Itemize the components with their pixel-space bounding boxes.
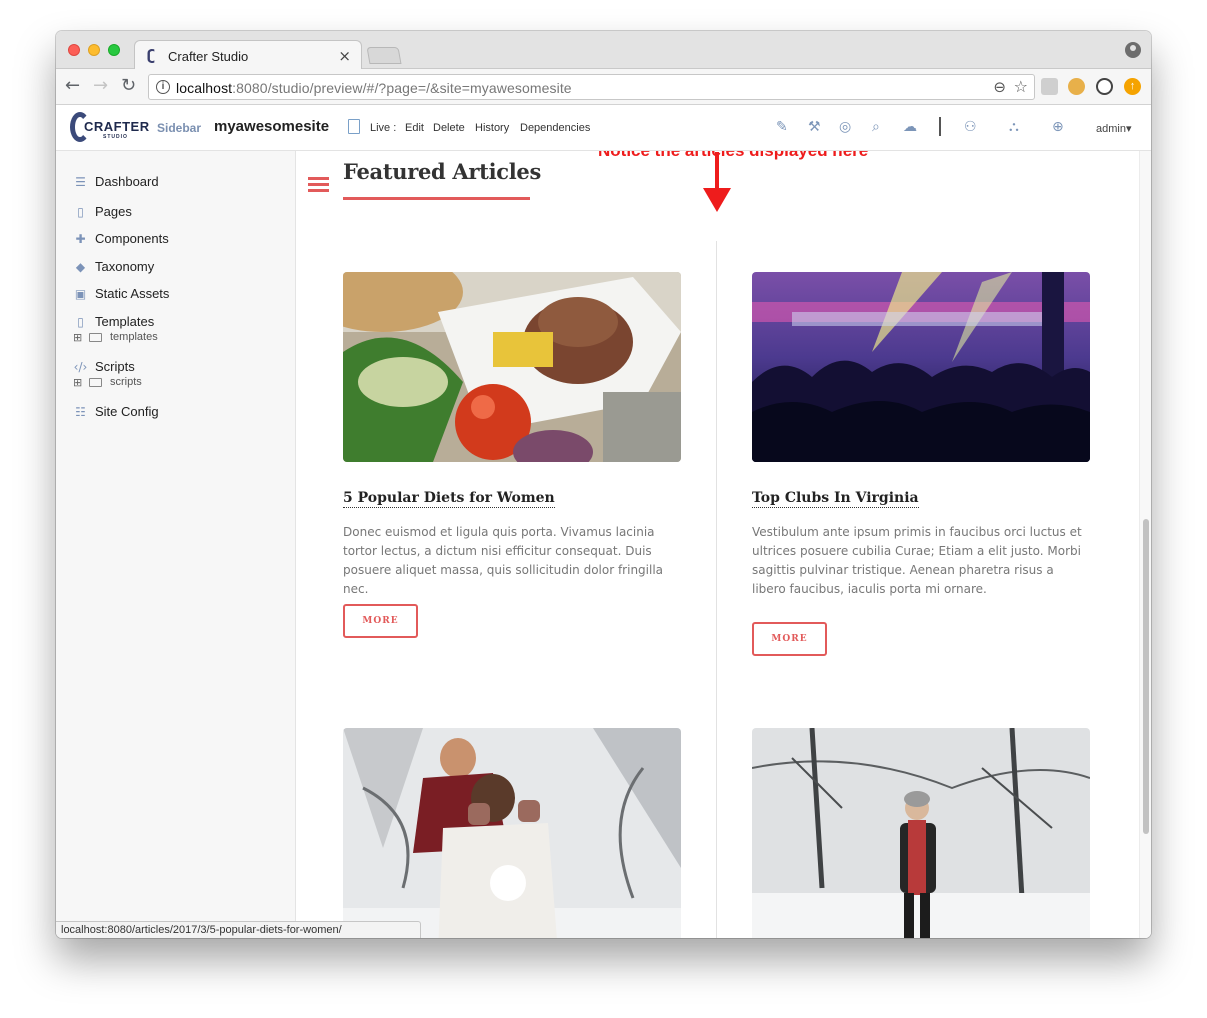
- sidebar-item-label: Site Config: [95, 404, 159, 419]
- sitemap-icon[interactable]: ⛬: [1009, 119, 1019, 135]
- folder-icon: [89, 333, 102, 342]
- reload-icon[interactable]: ↻: [121, 75, 136, 97]
- annotation-arrow-head: [703, 188, 731, 212]
- wrench-icon[interactable]: ⚒: [808, 119, 821, 135]
- sidebar-item-label: Dashboard: [95, 174, 159, 189]
- cloud-upload-icon[interactable]: ☁: [903, 119, 917, 135]
- article-image-woman-snow[interactable]: [752, 728, 1090, 938]
- annotation-arrow-icon: [715, 152, 719, 190]
- tab-crafter-studio[interactable]: ʗ Crafter Studio ×: [134, 40, 362, 70]
- new-tab-button[interactable]: [366, 47, 402, 64]
- tab-bar: ʗ Crafter Studio ×: [56, 31, 1151, 70]
- sidebar-subitem-label: templates: [110, 331, 158, 343]
- studio-sidebar: ☰ Dashboard ▯ Pages ✚ Components ◆ Taxon…: [56, 151, 296, 938]
- article-title-link[interactable]: 5 Popular Diets for Women: [343, 490, 555, 508]
- tab-title: Crafter Studio: [168, 49, 249, 64]
- upload-extension-icon[interactable]: ↑: [1124, 78, 1141, 95]
- minimize-window-button[interactable]: [88, 44, 100, 56]
- components-icon: ✚: [75, 232, 86, 246]
- article-image-club[interactable]: [752, 272, 1090, 462]
- article-image-couple-snow[interactable]: [343, 728, 681, 938]
- title-underline: [343, 197, 530, 200]
- info-icon[interactable]: i: [156, 80, 170, 94]
- folder-icon: [89, 378, 102, 387]
- taxonomy-icon: ◆: [75, 260, 86, 274]
- vertical-scrollbar[interactable]: [1139, 151, 1151, 938]
- url-path: :8080/studio/preview/#/?page=/&site=myaw…: [232, 80, 572, 96]
- maximize-window-button[interactable]: [108, 44, 120, 56]
- sidebar-toggle-button[interactable]: Sidebar: [157, 121, 201, 135]
- static-assets-icon: ▣: [74, 287, 87, 301]
- pages-icon: ▯: [77, 205, 84, 219]
- tab-close-icon[interactable]: ×: [338, 47, 351, 65]
- edit-action[interactable]: Edit: [405, 122, 424, 134]
- profile-icon[interactable]: [1125, 42, 1141, 58]
- users-icon[interactable]: ⚇: [964, 119, 977, 135]
- crafter-favicon-icon: ʗ: [147, 48, 156, 64]
- annotation-text: Notice the articles displayed here: [598, 151, 868, 161]
- templates-icon: ▯: [77, 315, 84, 329]
- sidebar-item-label: Scripts: [95, 359, 135, 374]
- logo-subtext: STUDIO: [103, 134, 128, 140]
- sidebar-item-label: Components: [95, 231, 169, 246]
- site-config-icon: ☷: [75, 405, 86, 419]
- sidebar-item-label: Taxonomy: [95, 259, 155, 274]
- url-host: localhost: [176, 80, 233, 96]
- extension-1-icon[interactable]: [1041, 78, 1058, 95]
- back-arrow-icon[interactable]: ←: [65, 75, 80, 97]
- delete-action[interactable]: Delete: [433, 122, 465, 134]
- article-excerpt: Vestibulum ante ipsum primis in faucibus…: [752, 525, 1082, 596]
- column-divider: [716, 241, 717, 938]
- sync-extension-icon[interactable]: [1096, 78, 1113, 95]
- menu-hamburger-icon[interactable]: [308, 177, 329, 193]
- status-bar-url: localhost:8080/articles/2017/3/5-popular…: [56, 921, 421, 938]
- search-icon[interactable]: ⌕: [872, 119, 880, 135]
- expand-plus-icon[interactable]: ⊞: [73, 331, 82, 344]
- history-action[interactable]: History: [475, 122, 509, 134]
- url-input[interactable]: i localhost:8080/studio/preview/#/?page=…: [148, 74, 1035, 100]
- article-image-food[interactable]: [343, 272, 681, 462]
- address-bar: ← → ↻ i localhost:8080/studio/preview/#/…: [56, 69, 1151, 105]
- bookmark-star-icon[interactable]: ☆: [1014, 77, 1028, 96]
- scripts-icon: ‹/›: [73, 360, 88, 374]
- help-lifebuoy-icon[interactable]: ⊕: [1052, 119, 1064, 135]
- sidebar-item-label: Pages: [95, 204, 132, 219]
- site-name: myawesomesite: [214, 118, 330, 135]
- article-excerpt: Donec euismod et ligula quis porta. Viva…: [343, 525, 664, 596]
- close-window-button[interactable]: [68, 44, 80, 56]
- sidebar-item-label: Static Assets: [95, 286, 170, 301]
- logo-text: CRAFTER: [84, 119, 150, 134]
- crafter-logo[interactable]: CRAFTER STUDIO: [70, 110, 149, 146]
- dashboard-icon: ☰: [75, 175, 86, 189]
- live-status-label: Live :: [370, 122, 397, 134]
- toolbar-separator: [939, 117, 941, 136]
- pencil-icon[interactable]: ✎: [776, 119, 788, 135]
- more-button[interactable]: MORE: [343, 604, 418, 638]
- browser-window: ʗ Crafter Studio × ← → ↻ i localhost:808…: [56, 31, 1151, 938]
- cookie-extension-icon[interactable]: [1068, 78, 1085, 95]
- sidebar-subitem-label: scripts: [110, 376, 142, 388]
- document-icon: [348, 119, 360, 134]
- admin-menu[interactable]: admin▾: [1096, 122, 1131, 135]
- forward-arrow-icon[interactable]: →: [93, 75, 108, 97]
- featured-articles-title: Featured Articles: [343, 159, 541, 184]
- dependencies-action[interactable]: Dependencies: [520, 122, 590, 134]
- scrollbar-thumb[interactable]: [1143, 519, 1149, 834]
- studio-toolbar: CRAFTER STUDIO Sidebar myawesomesite Liv…: [56, 105, 1151, 151]
- sidebar-item-label: Templates: [95, 314, 155, 329]
- article-title-link[interactable]: Top Clubs In Virginia: [752, 490, 919, 508]
- url-text: localhost:8080/studio/preview/#/?page=/&…: [176, 80, 572, 96]
- more-button[interactable]: MORE: [752, 622, 827, 656]
- zoom-icon[interactable]: ⊖: [993, 78, 1006, 96]
- expand-plus-icon[interactable]: ⊞: [73, 376, 82, 389]
- site-preview: Featured Articles Notice the articles di…: [297, 151, 1151, 938]
- target-icon[interactable]: ◎: [839, 119, 851, 135]
